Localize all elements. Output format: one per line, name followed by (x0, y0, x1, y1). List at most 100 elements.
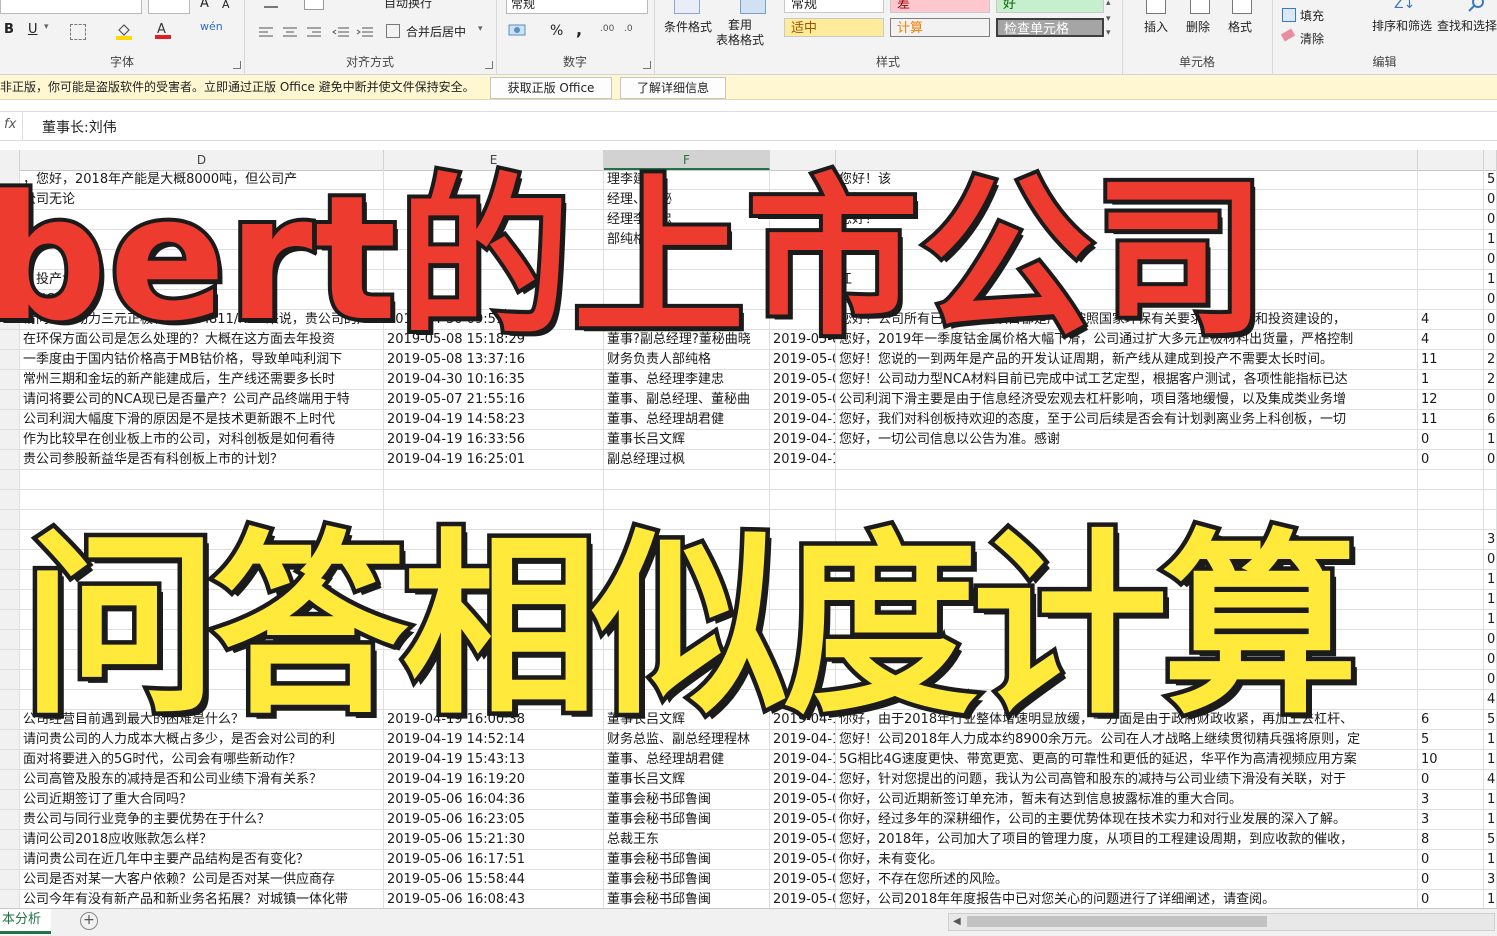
question-cell[interactable]: 请问公司2018应收账款怎么样？ (20, 830, 384, 849)
merge-dropdown-icon[interactable]: ▾ (478, 24, 483, 34)
answer-time-cell[interactable]: 2019-05-0 (770, 790, 836, 809)
align-left-icon[interactable] (258, 24, 274, 43)
align-top-icon[interactable] (264, 0, 278, 8)
count-cell[interactable] (1418, 270, 1484, 289)
fill-color-icon[interactable] (116, 22, 132, 40)
count2-cell[interactable]: 0 (1484, 630, 1497, 649)
answerer-cell[interactable]: 董事、总经理李建忠 (604, 370, 770, 389)
reply-cell[interactable]: 您好，公司2018年年度报告中已对您关心的问题进行了详细阐述，请查阅。 (836, 890, 1418, 909)
currency-icon[interactable] (508, 22, 528, 42)
count-cell[interactable]: 4 (1418, 330, 1484, 349)
row-header[interactable] (0, 790, 20, 809)
question-cell[interactable]: 公司利润大幅度下滑的原因是不是技术更新跟不上时代 (20, 410, 384, 429)
count-cell[interactable]: 0 (1418, 450, 1484, 469)
style-check-cell[interactable]: 检查单元格 (996, 18, 1104, 37)
answer-time-cell[interactable]: 2019-04-1 (770, 410, 836, 429)
count2-cell[interactable] (1484, 490, 1497, 509)
answer-time-cell[interactable]: 2019-05-08 (770, 390, 836, 409)
row-header[interactable] (0, 630, 20, 649)
wrap-text-button[interactable]: 自动换行 (384, 0, 432, 11)
reply-cell[interactable] (836, 450, 1418, 469)
question-time-cell[interactable]: 2019-04-19 16:33:56 (384, 430, 604, 449)
table-row[interactable]: 公司是否对某一大客户依赖？公司是否对某一供应商存 2019-05-06 15:58… (0, 870, 1497, 890)
count-cell[interactable]: 10 (1418, 750, 1484, 769)
question-cell[interactable]: 常州三期和金坛的新产能建成后，生产线还需要多长时 (20, 370, 384, 389)
count-cell[interactable] (1418, 610, 1484, 629)
row-header[interactable] (0, 490, 20, 509)
row-header[interactable] (0, 550, 20, 569)
count2-cell[interactable] (1484, 510, 1497, 529)
count-cell[interactable] (1418, 530, 1484, 549)
row-header[interactable] (0, 510, 20, 529)
count-cell[interactable]: 1 (1418, 370, 1484, 389)
answerer-cell[interactable]: 董事、副总经理、董秘曲 (604, 390, 770, 409)
count2-cell[interactable]: 1 (1484, 730, 1497, 749)
row-header[interactable] (0, 830, 20, 849)
count-cell[interactable] (1418, 190, 1484, 209)
count-cell[interactable] (1418, 650, 1484, 669)
answer-time-cell[interactable]: 2019-05-0 (770, 870, 836, 889)
count2-cell[interactable]: 5 (1484, 710, 1497, 729)
count2-cell[interactable]: 0 (1484, 390, 1497, 409)
table-row[interactable]: 请问将要公司的NCA现已是否量产？公司产品终端用于特 2019-05-07 21:… (0, 390, 1497, 410)
count-cell[interactable]: 8 (1418, 830, 1484, 849)
row-header[interactable] (0, 710, 20, 729)
row-header[interactable] (0, 470, 20, 489)
question-time-cell[interactable]: 2019-04-19 16:25:01 (384, 450, 604, 469)
orientation-icon[interactable] (304, 0, 324, 10)
table-row[interactable]: 面对将要进入的5G时代，公司会有哪些新动作？ 2019-04-19 15:43:1… (0, 750, 1497, 770)
count-cell[interactable]: 12 (1418, 390, 1484, 409)
find-select-icon[interactable] (1468, 0, 1484, 16)
count2-cell[interactable]: 1 (1484, 750, 1497, 769)
answerer-cell[interactable]: 董事长吕文辉 (604, 430, 770, 449)
count-cell[interactable] (1418, 210, 1484, 229)
row-header[interactable] (0, 890, 20, 909)
comma-button[interactable]: , (576, 20, 582, 39)
row-header[interactable] (0, 770, 20, 789)
conditional-format-button[interactable]: 条件格式 (664, 18, 712, 35)
add-sheet-icon[interactable]: + (80, 912, 98, 930)
count-cell[interactable] (1418, 690, 1484, 709)
reply-cell[interactable]: 您好，我们对科创板持欢迎的态度，至于公司后续是否会有计划剥离业务上科创板，一切 (836, 410, 1418, 429)
count-cell[interactable] (1418, 250, 1484, 269)
styles-scroll-down-icon[interactable]: ▾ (1106, 14, 1111, 24)
count2-cell[interactable]: 2 (1484, 350, 1497, 369)
reply-cell[interactable]: 你好，未有变化。 (836, 850, 1418, 869)
answerer-cell[interactable]: 董事、总经理胡君健 (604, 750, 770, 769)
font-launcher-icon[interactable] (233, 61, 241, 69)
count2-cell[interactable]: 1 (1484, 570, 1497, 589)
align-center-icon[interactable] (282, 24, 298, 43)
row-header[interactable] (0, 850, 20, 869)
row-header[interactable] (0, 610, 20, 629)
delete-icon[interactable] (1190, 0, 1210, 14)
row-header[interactable] (0, 750, 20, 769)
answer-time-cell[interactable]: 2019-05-0 (770, 810, 836, 829)
count2-cell[interactable]: 1 (1484, 590, 1497, 609)
row-header[interactable] (0, 590, 20, 609)
bold-button[interactable]: B (4, 22, 14, 37)
answerer-cell[interactable]: 董事、总经理胡君健 (604, 410, 770, 429)
fill-icon[interactable] (1282, 8, 1296, 22)
answer-time-cell[interactable]: 2019-04-1 (770, 450, 836, 469)
count-cell[interactable]: 0 (1418, 870, 1484, 889)
question-time-cell[interactable]: 2019-05-06 15:58:44 (384, 870, 604, 889)
get-genuine-office-button[interactable]: 获取正版 Office (490, 77, 612, 99)
count-cell[interactable]: 3 (1418, 810, 1484, 829)
count2-cell[interactable]: 6 (1484, 410, 1497, 429)
delete-button[interactable]: 删除 (1186, 18, 1210, 35)
increase-decimal-icon[interactable]: .00 (600, 24, 614, 34)
answer-time-cell[interactable]: 2019-05-0 (770, 830, 836, 849)
question-cell[interactable]: 作为比较早在创业板上市的公司，对科创板是如何看待 (20, 430, 384, 449)
font-size-box[interactable] (148, 0, 190, 14)
merge-center-button[interactable]: 合并后居中 (406, 23, 466, 40)
reply-cell[interactable]: 你好，经过多年的深耕细作，公司的主要优势体现在技术实力和对行业发展的深入了解。 (836, 810, 1418, 829)
answer-time-cell[interactable]: 2019-04-1 (770, 430, 836, 449)
count-cell[interactable]: 4 (1418, 310, 1484, 329)
count-cell[interactable] (1418, 570, 1484, 589)
count2-cell[interactable]: 1 (1484, 270, 1497, 289)
count2-cell[interactable]: 0 (1484, 310, 1497, 329)
merge-icon[interactable] (386, 24, 400, 38)
count2-cell[interactable]: 0 (1484, 550, 1497, 569)
insert-button[interactable]: 插入 (1144, 18, 1168, 35)
count-cell[interactable]: 0 (1418, 850, 1484, 869)
